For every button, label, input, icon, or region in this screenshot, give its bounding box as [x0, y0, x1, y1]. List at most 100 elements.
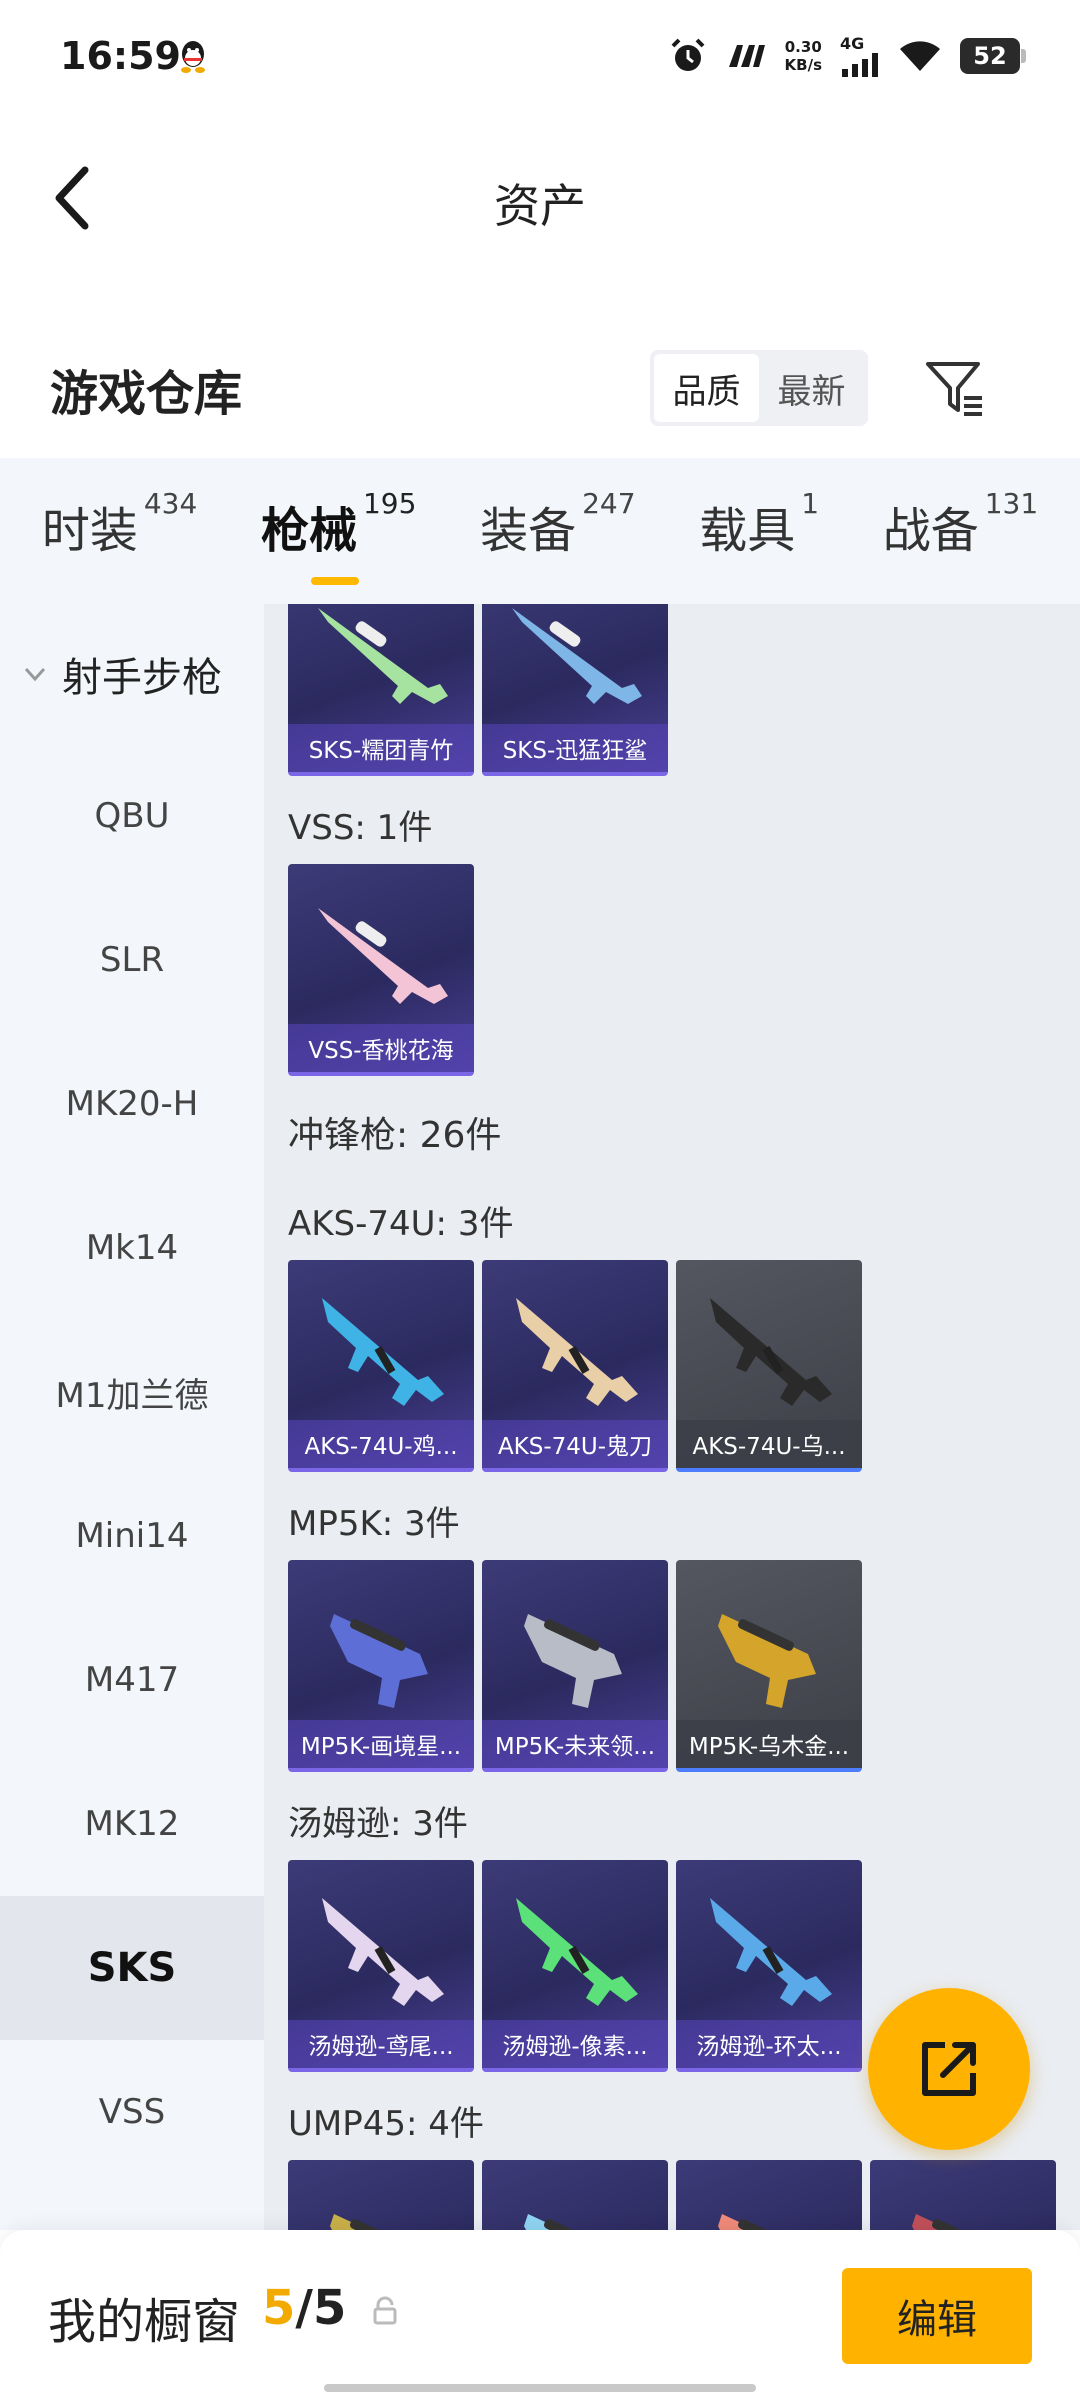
app-header: 资产: [0, 118, 1080, 278]
tab-supplies[interactable]: 战备 131: [883, 487, 1038, 571]
weapon-skin-name: MP5K-画境星...: [288, 1720, 474, 1768]
weapon-skin-name: SKS-糯团青竹: [288, 724, 474, 772]
tab-firearms[interactable]: 枪械 195: [261, 487, 416, 585]
weapon-skin-card[interactable]: 汤姆逊-鸢尾...: [288, 1860, 474, 2072]
weapon-image: [912, 2214, 988, 2230]
weapon-image: [524, 2214, 600, 2230]
weapon-skin-card[interactable]: [288, 2160, 474, 2230]
weapon-skin-name: MP5K-乌木金...: [676, 1720, 862, 1768]
weapon-skin-card[interactable]: AKS-74U-鬼刀: [482, 1260, 668, 1472]
mp5k-skin-grid: MP5K-画境星... MP5K-未来领... MP5K-乌木金...: [264, 1560, 1080, 1772]
network-type: 4G: [840, 34, 865, 53]
signal-icon: [842, 53, 878, 77]
sort-newest[interactable]: 最新: [759, 354, 864, 422]
showcase-bar: 我的橱窗 5/5 编辑: [0, 2230, 1080, 2400]
weapon-skin-card[interactable]: [870, 2160, 1056, 2230]
aks74u-section-label: AKS-74U: 3件: [288, 1203, 514, 1244]
weapon-skin-card[interactable]: MP5K-未来领...: [482, 1560, 668, 1772]
alarm-icon: [671, 38, 704, 71]
vss-skin-grid: VSS-香桃花海: [264, 864, 1080, 1076]
weapon-image: [322, 1898, 444, 2006]
vss-section-label: VSS: 1件: [288, 807, 433, 848]
mp5k-section-label: MP5K: 3件: [288, 1503, 460, 1544]
showcase-count: 5/5: [262, 2280, 347, 2336]
smg-category-label: 冲锋枪: 26件: [288, 1115, 502, 1156]
share-icon: [922, 2042, 976, 2096]
chevron-down-icon: [24, 667, 46, 682]
weapon-skin-name: AKS-74U-鸡...: [288, 1420, 474, 1468]
weapon-skin-card[interactable]: SKS-糯团青竹: [288, 604, 474, 776]
weapon-skin-card[interactable]: AKS-74U-鸡...: [288, 1260, 474, 1472]
weapon-skin-card[interactable]: [482, 2160, 668, 2230]
sidebar-item-sks[interactable]: SKS: [0, 1896, 264, 2040]
ump45-skin-grid: [264, 2160, 1080, 2230]
sidebar-item-m1-garand[interactable]: M1加兰德: [0, 1320, 264, 1464]
weapon-image: [516, 1898, 638, 2006]
wifi-icon: [900, 40, 940, 71]
edit-button[interactable]: 编辑: [842, 2268, 1032, 2364]
weapon-type-sidebar: 射手步枪 QBU SLR MK20-H Mk14 M1加兰德 Mini14 M4…: [0, 604, 264, 2230]
filter-icon: [926, 362, 982, 416]
warehouse-title: 游戏仓库: [50, 366, 243, 422]
sidebar-item-mk12[interactable]: MK12: [0, 1752, 264, 1896]
qq-icon: [181, 41, 205, 73]
tab-equipment[interactable]: 装备 247: [480, 487, 635, 571]
weapon-skin-name: AKS-74U-鬼刀: [482, 1420, 668, 1468]
status-time: 16:59: [60, 34, 181, 78]
weapon-image: [318, 608, 448, 704]
weapon-skin-name: MP5K-未来领...: [482, 1720, 668, 1768]
sidebar-item-qbu[interactable]: QBU: [0, 744, 264, 888]
weapon-image: [318, 908, 448, 1004]
weapon-skin-card[interactable]: AKS-74U-乌...: [676, 1260, 862, 1472]
weapon-skin-card[interactable]: 汤姆逊-环太...: [676, 1860, 862, 2072]
sidebar-item-mini14[interactable]: Mini14: [0, 1464, 264, 1608]
filter-button[interactable]: [920, 354, 990, 424]
app-icon: [728, 44, 765, 67]
status-bar: 16:59 0.30 KB/s 4G 52: [0, 0, 1080, 118]
weapon-image: [524, 1614, 622, 1708]
weapon-skin-name: AKS-74U-乌...: [676, 1420, 862, 1468]
weapon-image: [330, 2214, 406, 2230]
weapon-skin-card[interactable]: [676, 2160, 862, 2230]
tab-fashion[interactable]: 时装 434: [42, 487, 197, 571]
weapon-skin-name: VSS-香桃花海: [288, 1024, 474, 1072]
aks74u-skin-grid: AKS-74U-鸡... AKS-74U-鬼刀 AKS-74U-乌...: [264, 1260, 1080, 1472]
battery-level: 52: [973, 41, 1007, 70]
weapon-skin-list: SKS-糯团青竹 SKS-迅猛狂鲨 VSS: 1件 VSS-香桃花海 冲锋枪: 2…: [264, 604, 1080, 2230]
weapon-skin-name: 汤姆逊-像素...: [482, 2020, 668, 2068]
sidebar-item-slr[interactable]: SLR: [0, 888, 264, 1032]
sidebar-item-mk14[interactable]: Mk14: [0, 1176, 264, 1320]
sidebar-item-vss[interactable]: VSS: [0, 2040, 264, 2184]
weapon-skin-card[interactable]: SKS-迅猛狂鲨: [482, 604, 668, 776]
sort-quality[interactable]: 品质: [654, 354, 759, 422]
weapon-image: [710, 1298, 832, 1406]
network-speed: 0.30 KB/s: [784, 37, 822, 74]
weapon-skin-card[interactable]: MP5K-乌木金...: [676, 1560, 862, 1772]
weapon-skin-card[interactable]: 汤姆逊-像素...: [482, 1860, 668, 2072]
weapon-image: [516, 1298, 638, 1406]
category-tabs: 时装 434 枪械 195 装备 247 载具 1 战备 131: [0, 458, 1080, 604]
sidebar-item-m417[interactable]: M417: [0, 1608, 264, 1752]
weapon-image: [330, 1614, 428, 1708]
warehouse-header: 游戏仓库 品质 最新: [0, 320, 1080, 460]
sidebar-group-marksman-rifles[interactable]: 射手步枪: [0, 604, 264, 744]
weapon-image: [718, 1614, 816, 1708]
battery-icon: 52: [960, 37, 1026, 74]
home-indicator: [324, 2384, 756, 2392]
weapon-skin-name: 汤姆逊-鸢尾...: [288, 2020, 474, 2068]
share-button[interactable]: [868, 1988, 1030, 2150]
weapon-skin-name: SKS-迅猛狂鲨: [482, 724, 668, 772]
tab-vehicles[interactable]: 载具 1: [699, 487, 819, 571]
weapon-skin-card[interactable]: MP5K-画境星...: [288, 1560, 474, 1772]
tommy-gun-section-label: 汤姆逊: 3件: [288, 1803, 468, 1844]
sidebar-item-mk20h[interactable]: MK20-H: [0, 1032, 264, 1176]
weapon-image: [322, 1298, 444, 1406]
tab-active-indicator: [310, 577, 359, 585]
lock-icon: [373, 2296, 397, 2325]
weapon-skin-card[interactable]: VSS-香桃花海: [288, 864, 474, 1076]
page-title: 资产: [494, 179, 586, 233]
weapon-image: [718, 2214, 794, 2230]
weapon-skin-name: 汤姆逊-环太...: [676, 2020, 862, 2068]
sks-skin-grid: SKS-糯团青竹 SKS-迅猛狂鲨: [264, 604, 1080, 776]
sort-toggle: 品质 最新: [650, 350, 868, 426]
